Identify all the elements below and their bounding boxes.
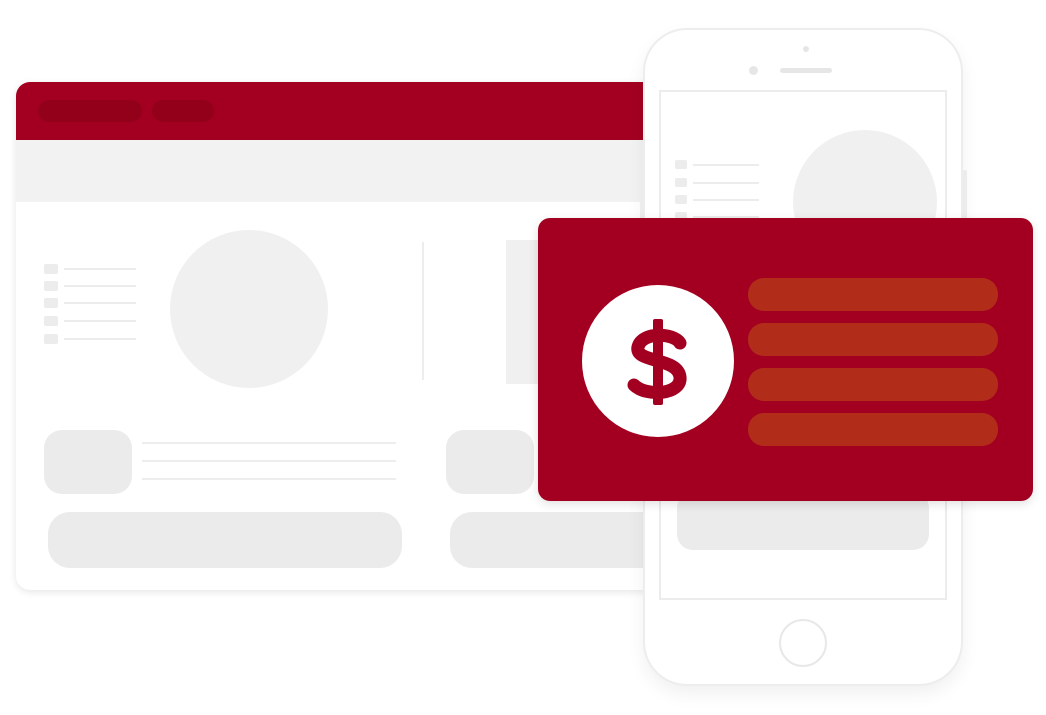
list-line bbox=[693, 182, 759, 184]
titlebar-tab-placeholder bbox=[152, 100, 214, 122]
list-bullet bbox=[675, 178, 687, 187]
list-bullet bbox=[44, 334, 58, 344]
text-line-placeholder bbox=[142, 478, 396, 480]
payment-card bbox=[538, 218, 1033, 501]
list-bullet bbox=[44, 298, 58, 308]
browser-titlebar bbox=[16, 82, 666, 140]
payment-detail-line bbox=[748, 368, 998, 401]
home-button[interactable] bbox=[779, 619, 827, 667]
titlebar-tab-placeholder bbox=[38, 100, 142, 122]
text-line-placeholder bbox=[142, 460, 396, 462]
dollar-icon bbox=[582, 285, 734, 437]
list-line bbox=[64, 338, 136, 340]
list-bullet bbox=[44, 316, 58, 326]
phone-speaker bbox=[780, 68, 832, 73]
list-bullet bbox=[44, 264, 58, 274]
action-button-placeholder[interactable] bbox=[48, 512, 402, 568]
phone-side-button bbox=[640, 170, 644, 220]
action-button-placeholder[interactable] bbox=[450, 512, 666, 568]
text-line-placeholder bbox=[142, 442, 396, 444]
list-line bbox=[64, 285, 136, 287]
thumbnail-placeholder bbox=[446, 430, 534, 494]
phone-side-button bbox=[963, 170, 967, 220]
payment-detail-line bbox=[748, 278, 998, 311]
list-line bbox=[64, 268, 136, 270]
list-line bbox=[693, 164, 759, 166]
list-bullet bbox=[44, 281, 58, 291]
browser-toolbar bbox=[16, 140, 666, 202]
list-bullet bbox=[675, 195, 687, 204]
list-line bbox=[64, 320, 136, 322]
thumbnail-placeholder bbox=[44, 430, 132, 494]
list-line bbox=[693, 199, 759, 201]
camera-icon bbox=[749, 66, 758, 75]
phone-sensor bbox=[803, 46, 809, 52]
list-line bbox=[64, 302, 136, 304]
panel-divider bbox=[422, 242, 424, 380]
avatar-placeholder bbox=[170, 230, 328, 388]
list-bullet bbox=[675, 160, 687, 169]
payment-detail-line bbox=[748, 323, 998, 356]
payment-detail-line bbox=[748, 413, 998, 446]
